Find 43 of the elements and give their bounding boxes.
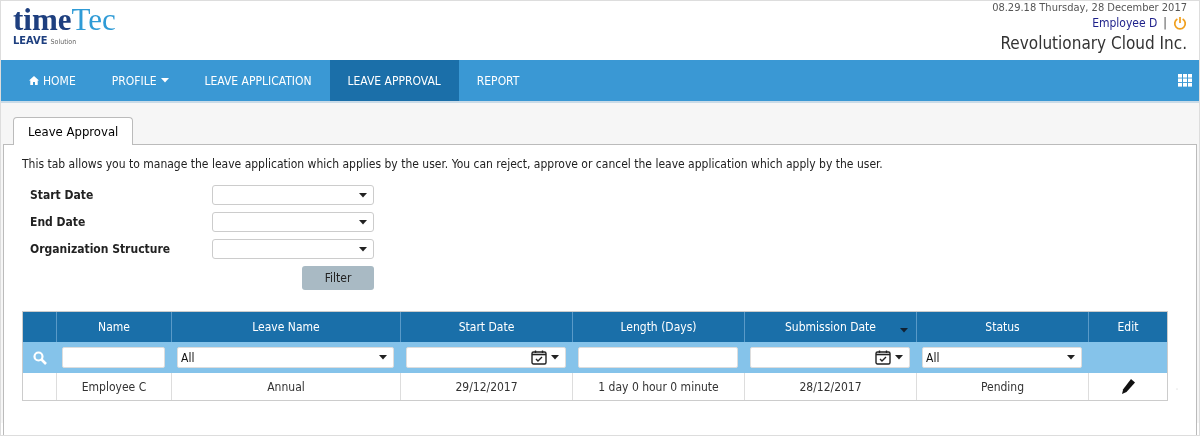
filter-dropdown[interactable]: All [177,347,394,368]
date-time: 08.29.18 Thursday, 28 December 2017 [992,2,1187,14]
power-icon[interactable] [1173,16,1187,30]
table-cell: 28/12/2017 [744,373,916,400]
separator: | [1163,16,1167,30]
table-cell: 1 day 0 hour 0 minute [572,373,744,400]
date-filter-field[interactable] [750,347,910,368]
filter-button[interactable]: Filter [302,266,374,290]
dropdown-field[interactable] [212,185,374,205]
filter-input[interactable] [578,347,738,368]
nav-item[interactable]: LEAVE APPROVAL [329,60,459,101]
filter-label: End Date [30,215,87,229]
filter-input[interactable] [62,347,165,368]
pencil-icon[interactable] [1121,379,1135,394]
caret-icon [1067,355,1075,360]
apps-grid-icon[interactable] [1178,74,1193,87]
table-cell: Employee C [56,373,171,400]
caret-icon [359,246,367,252]
description-text: This tab allows you to manage the leave application which applies by the user. You can reject, approve or cancel the leave application which apply by the user. [22,157,884,171]
caret-icon [379,355,387,360]
caret-icon [551,355,559,360]
table-cell: Annual [171,373,400,400]
tab[interactable]: Leave Approval [13,117,134,145]
date-filter-field[interactable] [406,347,566,368]
calendar-icon [531,350,547,365]
dropdown-field[interactable] [212,239,374,259]
calendar-icon [875,350,891,365]
nav-item[interactable]: LEAVE APPLICATION [186,60,330,101]
table-cell: Pending [916,373,1088,400]
user-name[interactable]: Employee D [1092,16,1158,30]
company-name: Revolutionary Cloud Inc. [1000,33,1187,53]
filter-label: Organization Structure [30,242,172,256]
search-icon [32,350,47,365]
caret-icon [895,355,903,360]
filter-label: Start Date [30,188,95,202]
nav-item[interactable]: PROFILE [93,60,187,101]
caret-icon [359,192,367,198]
filter-dropdown[interactable]: All [922,347,1082,368]
nav-item[interactable]: REPORT [458,60,538,101]
caret-icon [359,219,367,225]
dropdown-field[interactable] [212,212,374,232]
table-cell: 29/12/2017 [400,373,572,400]
nav-item[interactable]: HOME [11,60,94,101]
